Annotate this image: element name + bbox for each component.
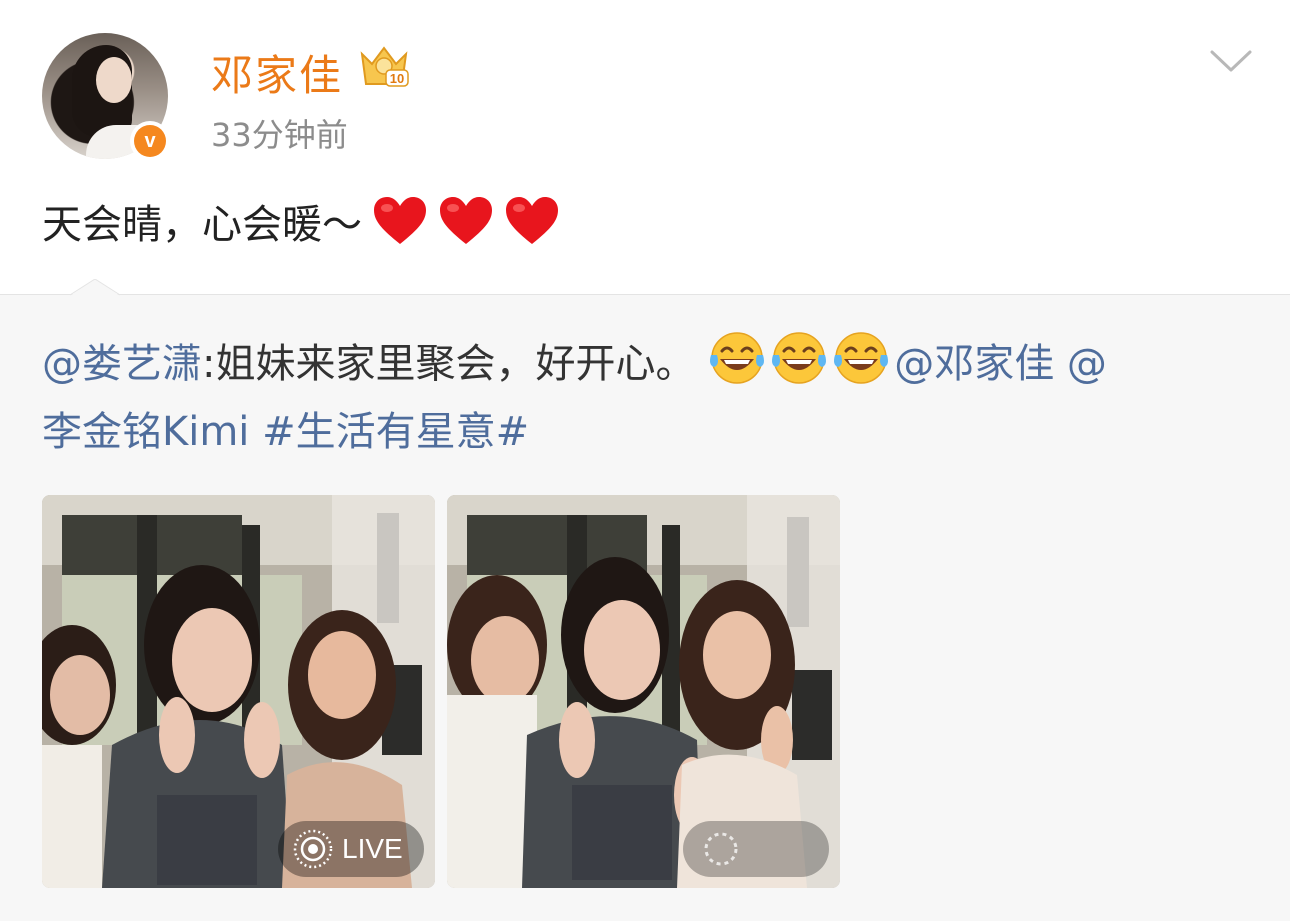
mention-link[interactable]: 李金铭Kimi — [42, 409, 249, 455]
verified-badge-letter: v — [134, 125, 166, 157]
live-photo-loading-badge[interactable] — [683, 821, 829, 877]
chevron-down-icon[interactable] — [1208, 44, 1254, 78]
red-heart-icon — [506, 197, 558, 244]
red-heart-icon — [374, 197, 426, 244]
mention-link[interactable]: @邓家佳 — [894, 341, 1054, 387]
live-photo-badge[interactable]: LIVE — [278, 821, 424, 877]
photo-thumbnail[interactable]: LIVE — [42, 495, 435, 888]
live-label: LIVE — [342, 833, 403, 864]
post-text: 天会晴，心会暖～ — [42, 192, 560, 250]
weibo-post: v 邓家佳 10 33分钟前 天会晴，心会暖～ @娄艺潇:姐妹来家里聚会，好开心… — [0, 0, 1290, 921]
repost-author-mention[interactable]: @娄艺潇 — [42, 341, 202, 387]
level-number: 10 — [390, 71, 404, 86]
tears-of-joy-icon — [772, 332, 827, 384]
user-name[interactable]: 邓家佳 — [211, 42, 343, 103]
photo-thumbnail[interactable] — [447, 495, 840, 888]
post-time: 33分钟前 — [211, 116, 348, 154]
post-text-body: 天会晴，心会暖～ — [42, 202, 362, 248]
hashtag-link[interactable]: #生活有星意# — [262, 409, 529, 455]
loading-spinner-icon — [704, 832, 738, 866]
tears-of-joy-icon — [834, 332, 889, 384]
repost-colon: : — [202, 341, 216, 387]
verified-badge-icon: v — [130, 121, 170, 161]
crown-level-badge-icon: 10 — [360, 46, 409, 87]
live-photo-icon — [293, 829, 333, 869]
mention-link-prefix[interactable]: @ — [1067, 341, 1107, 387]
avatar[interactable]: v — [42, 33, 170, 161]
repost-text: @娄艺潇:姐妹来家里聚会，好开心。 @邓家佳 @ 李金铭Kimi #生活有星意# — [42, 330, 1252, 466]
tears-of-joy-icon — [710, 332, 765, 384]
repost-notch — [70, 279, 120, 296]
repost-body: 姐妹来家里聚会，好开心。 — [215, 341, 696, 387]
red-heart-icon — [440, 197, 492, 244]
